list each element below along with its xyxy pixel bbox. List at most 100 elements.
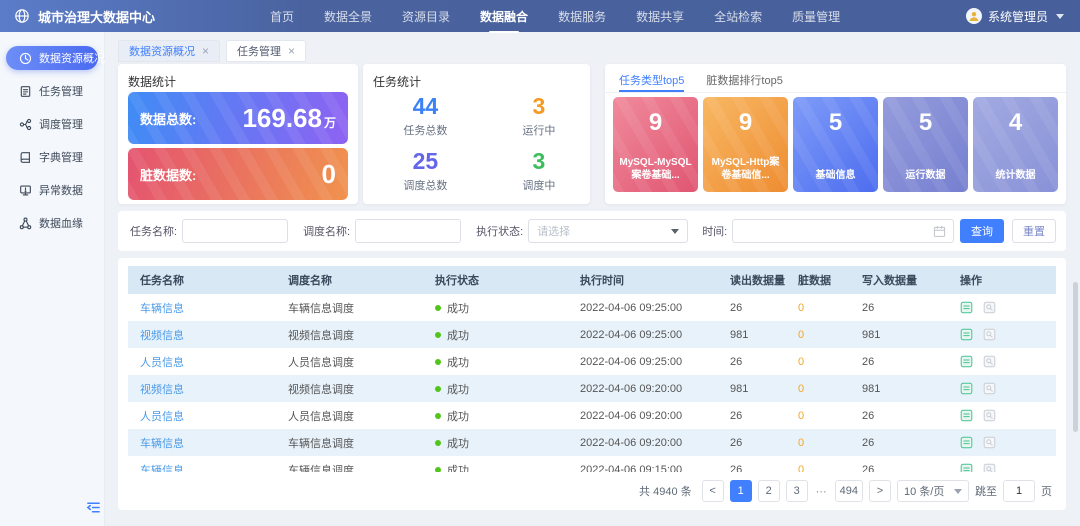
- table-row[interactable]: 人员信息 人员信息调度 成功 2022-04-06 09:20:00 26 0 …: [128, 402, 1056, 429]
- log-file-icon[interactable]: [960, 301, 973, 314]
- tab-task-type-top5[interactable]: 任务类型top5: [619, 72, 684, 92]
- detail-search-icon[interactable]: [983, 409, 996, 422]
- tab-dirty-rank-top5[interactable]: 脏数据排行top5: [706, 72, 782, 92]
- table-row[interactable]: 视频信息 视频信息调度 成功 2022-04-06 09:25:00 981 0…: [128, 321, 1056, 348]
- sidebar-item-dictionary-mgmt[interactable]: 字典管理: [6, 145, 98, 169]
- running-value: 3: [533, 93, 546, 120]
- filter-bar: 任务名称: 调度名称: 执行状态: 请选择 时间: 查询 重置: [118, 211, 1066, 251]
- task-name-link[interactable]: 人员信息: [128, 408, 276, 424]
- search-button[interactable]: 查询: [960, 219, 1004, 243]
- pagination-total: 共 4940 条: [639, 483, 692, 499]
- tab-task-mgmt[interactable]: 任务管理 ×: [226, 40, 306, 62]
- log-file-icon[interactable]: [960, 409, 973, 422]
- sidebar-item-abnormal-data[interactable]: 异常数据: [6, 178, 98, 202]
- log-file-icon[interactable]: [960, 355, 973, 368]
- nav-item-data-panorama[interactable]: 数据全景: [324, 8, 372, 25]
- detail-search-icon[interactable]: [983, 436, 996, 449]
- task-name-link[interactable]: 车辆信息: [128, 435, 276, 451]
- task-name-link[interactable]: 视频信息: [128, 381, 276, 397]
- read-count-cell: 26: [718, 410, 786, 422]
- page-button-2[interactable]: 2: [758, 480, 780, 502]
- table-row[interactable]: 车辆信息 车辆信息调度 成功 2022-04-06 09:20:00 26 0 …: [128, 429, 1056, 456]
- write-count-cell: 981: [850, 383, 948, 395]
- stat-task-total: 44 任务总数: [363, 88, 488, 143]
- detail-search-icon[interactable]: [983, 301, 996, 314]
- nav-item-data-sharing[interactable]: 数据共享: [636, 8, 684, 25]
- status-text: 成功: [447, 384, 469, 396]
- nav-item-home[interactable]: 首页: [270, 8, 294, 25]
- sidebar-item-schedule-mgmt[interactable]: 调度管理: [6, 112, 98, 136]
- detail-search-icon[interactable]: [983, 328, 996, 341]
- table-row[interactable]: 车辆信息 车辆信息调度 成功 2022-04-06 09:15:00 26 0 …: [128, 456, 1056, 472]
- jump-page-input[interactable]: [1003, 480, 1035, 502]
- stat-running: 3 运行中: [488, 88, 590, 143]
- panel-title: 数据统计: [118, 64, 358, 90]
- prev-page-button[interactable]: <: [702, 480, 724, 502]
- sidebar-collapse-icon[interactable]: [86, 500, 101, 520]
- jump-unit: 页: [1041, 483, 1052, 499]
- task-name-link[interactable]: 视频信息: [128, 327, 276, 343]
- nav-item-quality-mgmt[interactable]: 质量管理: [792, 8, 840, 25]
- tab-data-resource-overview[interactable]: 数据资源概况 ×: [118, 40, 220, 62]
- top5-card-3[interactable]: 5 基础信息: [793, 97, 878, 192]
- detail-search-icon[interactable]: [983, 355, 996, 368]
- sidebar-item-task-mgmt[interactable]: 任务管理: [6, 79, 98, 103]
- time-date-input[interactable]: [732, 219, 954, 243]
- detail-search-icon[interactable]: [983, 382, 996, 395]
- exec-time-cell: 2022-04-06 09:20:00: [568, 410, 718, 422]
- page-size-select[interactable]: 10 条/页: [897, 480, 969, 502]
- page-button-3[interactable]: 3: [786, 480, 808, 502]
- dirty-count-cell: 0: [786, 437, 850, 449]
- task-statistics-panel: 任务统计 44 任务总数 3 运行中 25 调度总数 3 调度中: [363, 64, 590, 204]
- close-icon[interactable]: ×: [202, 45, 209, 57]
- log-file-icon[interactable]: [960, 463, 973, 472]
- reset-button[interactable]: 重置: [1012, 219, 1056, 243]
- status-dot-icon: [435, 359, 441, 365]
- task-name-link[interactable]: 人员信息: [128, 354, 276, 370]
- dirty-count-cell: 0: [786, 356, 850, 368]
- brand-title: 城市治理大数据中心: [38, 7, 155, 26]
- close-icon[interactable]: ×: [288, 45, 295, 57]
- sidebar-item-label: 任务管理: [39, 83, 83, 99]
- log-file-icon[interactable]: [960, 382, 973, 395]
- top5-card-1[interactable]: 9 MySQL-MySQL案卷基础...: [613, 97, 698, 192]
- log-file-icon[interactable]: [960, 436, 973, 449]
- sidebar-item-data-lineage[interactable]: 数据血缘: [6, 211, 98, 235]
- col-read-count: 读出数据量: [718, 272, 786, 288]
- user-menu[interactable]: 系统管理员: [966, 8, 1080, 25]
- window-scrollbar[interactable]: [1073, 282, 1078, 432]
- schedule-name-cell: 人员信息调度: [276, 408, 423, 424]
- page-button-last[interactable]: 494: [835, 480, 863, 502]
- log-file-icon[interactable]: [960, 328, 973, 341]
- exec-time-cell: 2022-04-06 09:25:00: [568, 302, 718, 314]
- detail-search-icon[interactable]: [983, 463, 996, 472]
- nav-item-site-search[interactable]: 全站检索: [714, 8, 762, 25]
- page-tabs: 数据资源概况 × 任务管理 ×: [118, 40, 306, 62]
- read-count-cell: 26: [718, 356, 786, 368]
- status-dot-icon: [435, 305, 441, 311]
- task-name-link[interactable]: 车辆信息: [128, 462, 276, 473]
- top5-card-label: MySQL-MySQL案卷基础...: [613, 156, 698, 182]
- table-row[interactable]: 车辆信息 车辆信息调度 成功 2022-04-06 09:25:00 26 0 …: [128, 294, 1056, 321]
- chevron-down-icon: [1056, 14, 1064, 19]
- read-count-cell: 981: [718, 329, 786, 341]
- status-label: 执行状态:: [476, 223, 523, 239]
- top5-card-5[interactable]: 4 统计数据: [973, 97, 1058, 192]
- top5-card-4[interactable]: 5 运行数据: [883, 97, 968, 192]
- schedule-name-input[interactable]: [355, 219, 461, 243]
- dirty-data-value: 0: [322, 159, 336, 190]
- sidebar-item-data-resource-overview[interactable]: 数据资源概况: [6, 46, 98, 70]
- nav-item-data-service[interactable]: 数据服务: [558, 8, 606, 25]
- top5-card-2[interactable]: 9 MySQL-Http案卷基础信...: [703, 97, 788, 192]
- table-row[interactable]: 视频信息 视频信息调度 成功 2022-04-06 09:20:00 981 0…: [128, 375, 1056, 402]
- task-name-input[interactable]: [182, 219, 288, 243]
- read-count-cell: 26: [718, 437, 786, 449]
- page-button-1[interactable]: 1: [730, 480, 752, 502]
- table-row[interactable]: 人员信息 人员信息调度 成功 2022-04-06 09:25:00 26 0 …: [128, 348, 1056, 375]
- task-name-link[interactable]: 车辆信息: [128, 300, 276, 316]
- nav-item-data-fusion[interactable]: 数据融合: [480, 8, 528, 25]
- status-select[interactable]: 请选择: [528, 219, 688, 243]
- col-exec-status: 执行状态: [423, 272, 568, 288]
- next-page-button[interactable]: >: [869, 480, 891, 502]
- nav-item-resource-catalog[interactable]: 资源目录: [402, 8, 450, 25]
